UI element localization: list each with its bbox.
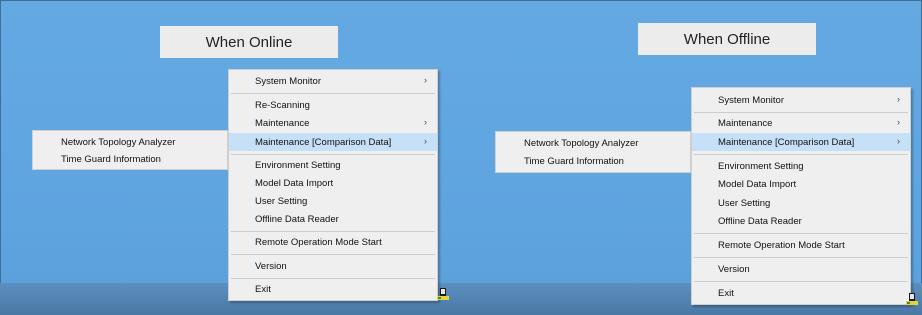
menu-item-label: Model Data Import (255, 177, 334, 189)
tray-app-icon[interactable] (437, 288, 449, 300)
menu-separator (231, 278, 435, 279)
menu-separator (694, 233, 908, 234)
chevron-right-icon: › (897, 117, 900, 127)
menu-item-environment-setting[interactable]: Environment Setting (229, 156, 437, 174)
chevron-right-icon: › (897, 94, 900, 104)
submenu-item-label: Time Guard Information (61, 153, 161, 165)
menu-item-environment-setting[interactable]: Environment Setting (692, 157, 910, 175)
menu-item-label: Offline Data Reader (718, 215, 802, 227)
menu-item-label: User Setting (255, 195, 308, 207)
menu-item-version[interactable]: Version (692, 260, 910, 278)
chevron-right-icon: › (424, 75, 427, 85)
online-context-menu: System Monitor › Re-Scanning Maintenance… (228, 69, 438, 301)
online-title: When Online (205, 33, 293, 51)
menu-separator (231, 254, 435, 255)
menu-item-model-data-import[interactable]: Model Data Import (229, 174, 437, 192)
chevron-right-icon: › (424, 136, 427, 146)
menu-item-exit[interactable]: Exit (692, 284, 910, 302)
offline-title-box: When Offline (638, 23, 816, 55)
menu-item-user-setting[interactable]: User Setting (229, 192, 437, 210)
menu-separator (694, 281, 908, 282)
menu-item-label: User Setting (718, 197, 771, 209)
menu-item-label: Re-Scanning (255, 99, 310, 111)
menu-item-label: Version (718, 263, 750, 275)
menu-item-maintenance[interactable]: Maintenance › (229, 114, 437, 132)
menu-item-label: Environment Setting (718, 160, 804, 172)
submenu-item-time-guard[interactable]: Time Guard Information (496, 152, 690, 170)
submenu-item-label: Time Guard Information (524, 155, 624, 167)
menu-item-re-scanning[interactable]: Re-Scanning (229, 96, 437, 114)
chevron-right-icon: › (897, 136, 900, 146)
menu-item-maintenance-comparison[interactable]: Maintenance [Comparison Data] › (692, 133, 910, 151)
menu-separator (231, 93, 435, 94)
submenu-item-label: Network Topology Analyzer (61, 136, 176, 148)
menu-separator (694, 112, 908, 113)
offline-context-menu: System Monitor › Maintenance › Maintenan… (691, 87, 911, 305)
chevron-right-icon: › (424, 117, 427, 127)
menu-item-system-monitor[interactable]: System Monitor › (229, 72, 437, 90)
menu-item-model-data-import[interactable]: Model Data Import (692, 175, 910, 193)
tray-app-icon[interactable] (906, 293, 918, 305)
menu-item-label: Exit (718, 287, 734, 299)
menu-item-exit[interactable]: Exit (229, 280, 437, 298)
menu-item-label: Maintenance [Comparison Data] (718, 136, 855, 148)
menu-item-label: Remote Operation Mode Start (718, 239, 845, 251)
menu-separator (231, 231, 435, 232)
menu-item-system-monitor[interactable]: System Monitor › (692, 91, 910, 109)
online-title-box: When Online (160, 26, 338, 58)
menu-item-label: Environment Setting (255, 159, 341, 171)
menu-item-version[interactable]: Version (229, 257, 437, 275)
menu-item-remote-operation[interactable]: Remote Operation Mode Start (229, 233, 437, 251)
menu-item-offline-data-reader[interactable]: Offline Data Reader (229, 210, 437, 228)
menu-item-label: System Monitor (718, 94, 784, 106)
submenu-item-network-topology[interactable]: Network Topology Analyzer (33, 133, 227, 151)
menu-separator (694, 257, 908, 258)
menu-item-label: System Monitor (255, 75, 321, 87)
submenu-item-time-guard[interactable]: Time Guard Information (33, 150, 227, 168)
menu-item-label: Offline Data Reader (255, 213, 339, 225)
offline-title: When Offline (683, 30, 771, 48)
menu-item-label: Maintenance [Comparison Data] (255, 136, 392, 148)
menu-item-user-setting[interactable]: User Setting (692, 194, 910, 212)
menu-item-label: Maintenance (255, 117, 310, 129)
submenu-item-network-topology[interactable]: Network Topology Analyzer (496, 134, 690, 152)
menu-item-remote-operation[interactable]: Remote Operation Mode Start (692, 236, 910, 254)
menu-item-label: Exit (255, 283, 271, 295)
offline-submenu: Network Topology Analyzer Time Guard Inf… (495, 131, 691, 173)
menu-item-label: Maintenance (718, 117, 773, 129)
menu-item-label: Remote Operation Mode Start (255, 236, 382, 248)
menu-item-maintenance-comparison[interactable]: Maintenance [Comparison Data] › (229, 133, 437, 151)
menu-separator (231, 154, 435, 155)
menu-item-maintenance[interactable]: Maintenance › (692, 114, 910, 132)
menu-item-offline-data-reader[interactable]: Offline Data Reader (692, 212, 910, 230)
submenu-item-label: Network Topology Analyzer (524, 137, 639, 149)
menu-item-label: Model Data Import (718, 178, 797, 190)
menu-item-label: Version (255, 260, 287, 272)
menu-separator (694, 154, 908, 155)
online-submenu: Network Topology Analyzer Time Guard Inf… (32, 130, 228, 170)
